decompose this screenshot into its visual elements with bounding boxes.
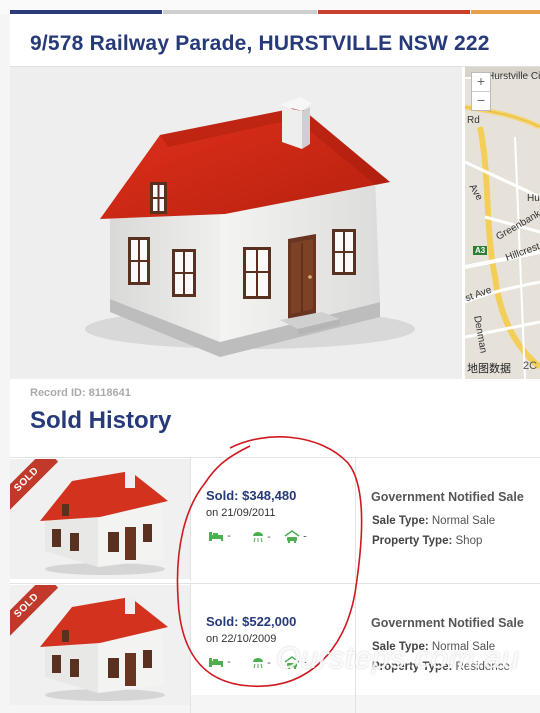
divider: [355, 457, 356, 581]
sale-row: SOLD Sold: $348,480 on 21/09/2011 - - - …: [10, 457, 540, 581]
top-color-bar: [0, 0, 540, 14]
map-attribution-year: 2C: [523, 360, 538, 372]
route-badge: A3: [473, 246, 488, 255]
location-map[interactable]: Hurstville City Li Rd Hu Ave Greenbank S…: [465, 67, 540, 379]
sale-title: Government Notified Sale: [371, 490, 524, 504]
sale-type: Sale Type: Normal Sale: [372, 515, 495, 527]
bed-icon: [209, 532, 223, 542]
zoom-out-button[interactable]: −: [472, 92, 490, 110]
property-type: Property Type: Shop: [372, 535, 482, 547]
divider: [190, 457, 191, 581]
shower-icon: [253, 532, 263, 543]
sale-thumbnail[interactable]: SOLD: [10, 459, 190, 579]
map-attribution: 地图数据: [467, 363, 511, 375]
bedrooms-feature: -: [208, 530, 231, 546]
property-hero-image: [10, 67, 462, 379]
property-card: 9/578 Railway Parade, HURSTVILLE NSW 222: [10, 14, 540, 713]
carspaces-feature: -: [284, 530, 307, 546]
sold-price: Sold: $348,480: [206, 488, 297, 503]
sale-thumbnail[interactable]: SOLD: [10, 585, 190, 705]
bedrooms-value: -: [227, 530, 231, 542]
bed-icon: [209, 658, 223, 668]
car-icon: [284, 530, 300, 544]
sold-date: on 22/10/2009: [206, 633, 277, 645]
record-id: Record ID: 8118641: [30, 387, 131, 399]
bedrooms-feature: -: [208, 656, 231, 672]
watermark: Oursteps.com.au: [276, 640, 520, 675]
bathrooms-feature: -: [250, 656, 271, 672]
sale-type-label: Sale Type:: [372, 515, 429, 527]
bathrooms-value: -: [267, 530, 271, 543]
shower-icon: [253, 658, 263, 669]
sale-title: Government Notified Sale: [371, 616, 524, 630]
sold-date: on 21/09/2011: [206, 507, 276, 519]
bedrooms-value: -: [227, 656, 231, 668]
map-zoom-control: + −: [471, 72, 491, 111]
property-type-label: Property Type:: [372, 535, 453, 547]
sold-price: Sold: $522,000: [206, 614, 297, 629]
zoom-in-button[interactable]: +: [472, 73, 490, 91]
house-illustration: [85, 97, 415, 357]
sale-type-value: Normal Sale: [431, 515, 496, 527]
bathrooms-feature: -: [250, 530, 271, 546]
property-address-title: 9/578 Railway Parade, HURSTVILLE NSW 222: [30, 32, 490, 55]
map-label: Rd: [467, 115, 480, 126]
property-type-value: Shop: [455, 535, 483, 547]
divider: [10, 583, 540, 584]
map-label: Hurstville City Li: [487, 71, 540, 82]
divider: [10, 457, 540, 458]
bathrooms-value: -: [267, 656, 271, 669]
section-title: Sold History: [30, 407, 172, 434]
carspaces-value: -: [303, 530, 307, 543]
divider: [190, 583, 191, 713]
map-label: Hu: [527, 193, 540, 204]
